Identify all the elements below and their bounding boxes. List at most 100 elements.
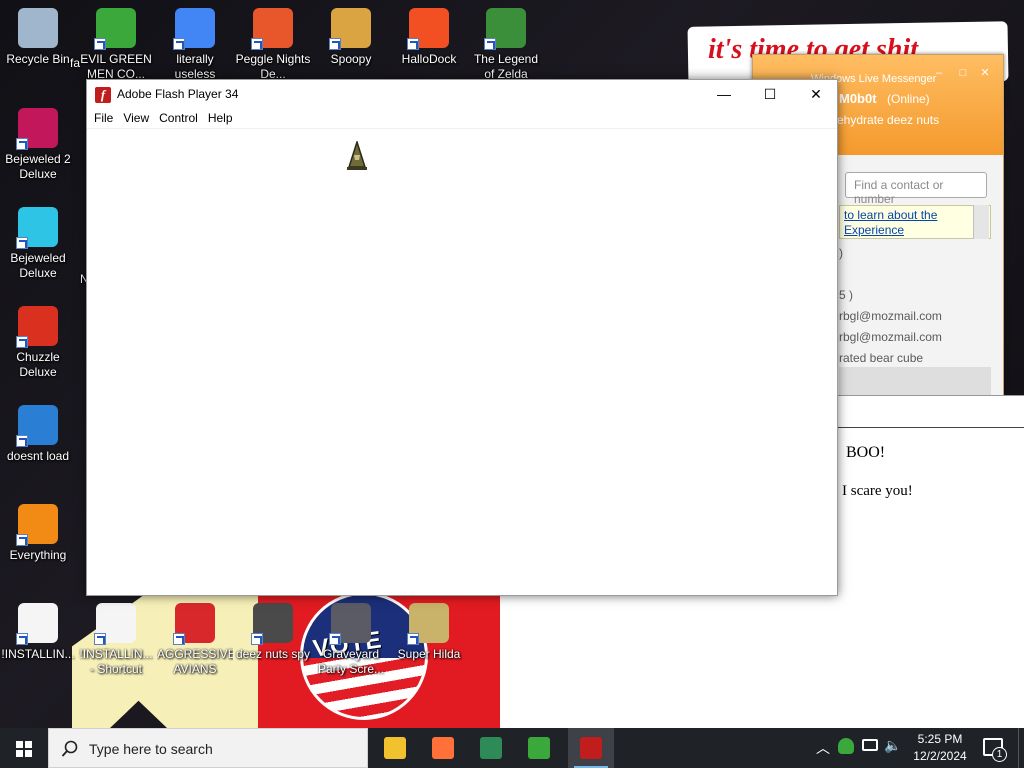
network-icon[interactable]: [862, 739, 878, 751]
bejeweled-2-icon: [16, 108, 58, 150]
taskbar-app-firefox[interactable]: [420, 728, 466, 768]
flash-player-window[interactable]: f Adobe Flash Player 34 — ☐ ✕ File View …: [86, 79, 838, 596]
bejeweled-icon: [16, 207, 58, 249]
contact-item[interactable]: rbgl@mozmail.com: [839, 327, 991, 348]
desktop-icon-label: Chuzzle Deluxe: [16, 350, 60, 379]
firefox-icon: [432, 737, 454, 759]
desktop-icon-graveyard-party[interactable]: Graveyard Party Scre...: [313, 603, 389, 677]
desktop-icon-label: The Legend of Zelda: [473, 52, 539, 81]
minimize-icon[interactable]: –: [933, 67, 945, 79]
taskbar-app-flash-player[interactable]: [568, 728, 614, 768]
desktop-icon-super-hilda[interactable]: Super Hilda: [391, 603, 467, 662]
shortcut-arrow-icon: [16, 138, 28, 150]
info-link-1[interactable]: to learn about the: [844, 208, 937, 222]
shortcut-arrow-icon: [484, 38, 496, 50]
ghost-sprite-icon[interactable]: [345, 141, 369, 171]
desktop-icon-label: Graveyard Party Scre...: [317, 647, 385, 676]
desktop-icon-zelda[interactable]: The Legend of Zelda: [468, 8, 544, 82]
shortcut-arrow-icon: [329, 633, 341, 645]
messenger-info-banner[interactable]: to learn about the Experience: [839, 205, 991, 239]
graveyard-party-icon: [329, 603, 371, 645]
shortcut-arrow-icon: [16, 237, 28, 249]
desktop-icon-label: AGGRESSIVE AVIANS: [157, 647, 233, 676]
desktop-icon-bejeweled[interactable]: Bejeweled Deluxe: [0, 207, 76, 281]
desktop-icon-label: Peggle Nights De...: [235, 52, 311, 81]
desktop-icon-spoopy[interactable]: Spoopy: [313, 8, 389, 67]
info-scrollbar[interactable]: [973, 205, 989, 239]
boo-heading: BOO!: [846, 444, 886, 461]
everything-icon: [16, 504, 58, 546]
title-bar[interactable]: f Adobe Flash Player 34 — ☐ ✕: [87, 80, 837, 109]
minimize-button[interactable]: —: [701, 80, 747, 109]
desktop-icon-label: deez nuts spy: [235, 647, 311, 661]
flash-stage[interactable]: [87, 129, 837, 595]
taskbar-app-file-explorer[interactable]: [372, 728, 418, 768]
volume-icon[interactable]: 🔈: [884, 737, 901, 754]
close-button[interactable]: ✕: [793, 80, 839, 109]
shortcut-arrow-icon: [173, 38, 185, 50]
shortcut-arrow-icon: [251, 633, 263, 645]
maximize-button[interactable]: ☐: [747, 80, 793, 109]
desktop-icon-label: !INSTALLIN...: [1, 647, 75, 661]
messenger-status[interactable]: (Online): [887, 92, 930, 106]
contact-item[interactable]: rbgl@mozmail.com: [839, 306, 991, 327]
menu-bar: File View Control Help: [87, 109, 837, 129]
menu-help[interactable]: Help: [207, 109, 240, 128]
desktop-icon-chuzzle[interactable]: Chuzzle Deluxe: [0, 306, 76, 380]
desktop-icon-literally-useless[interactable]: literally useless: [157, 8, 233, 82]
search-placeholder: Type here to search: [89, 741, 213, 757]
show-desktop-button[interactable]: [1018, 728, 1024, 768]
desktop-icon-installing-file[interactable]: !INSTALLIN...: [0, 603, 76, 662]
messenger-username[interactable]: M0b0t: [839, 91, 877, 106]
close-icon[interactable]: ✕: [979, 67, 991, 79]
shortcut-arrow-icon: [16, 336, 28, 348]
desktop-icon-aggressive-avians[interactable]: AGGRESSIVE AVIANS: [157, 603, 233, 677]
desktop-icon-installing-shortcut[interactable]: !INSTALLIN... - Shortcut: [78, 603, 154, 677]
chevron-up-icon[interactable]: ︿: [816, 738, 830, 758]
desktop-icon-bejeweled-2[interactable]: Bejeweled 2 Deluxe: [0, 108, 76, 182]
taskbar-search[interactable]: Type here to search: [48, 728, 368, 768]
clock-date: 12/2/2024: [913, 749, 967, 763]
taskbar-app-messenger[interactable]: [516, 728, 562, 768]
shortcut-arrow-icon: [94, 38, 106, 50]
boo-message: I scare you!: [842, 483, 913, 499]
desktop-icon-recycle-bin[interactable]: Recycle Bin: [0, 8, 76, 67]
contact-item[interactable]: ): [839, 243, 991, 264]
shortcut-arrow-icon: [94, 633, 106, 645]
maximize-icon[interactable]: □: [957, 67, 969, 79]
notification-count: 1: [992, 747, 1007, 762]
shortcut-arrow-icon: [407, 38, 419, 50]
menu-file[interactable]: File: [93, 109, 120, 128]
desktop-icon-peggle-nights[interactable]: Peggle Nights De...: [235, 8, 311, 82]
desktop-icon-label: !INSTALLIN... - Shortcut: [79, 647, 153, 676]
menu-view[interactable]: View: [122, 109, 156, 128]
desktop-icon-label: doesnt load: [6, 449, 70, 463]
desktop-icon-everything[interactable]: Everything: [0, 504, 76, 563]
info-link-2[interactable]: Experience: [844, 223, 904, 237]
app-window-icon: [480, 737, 502, 759]
contact-item[interactable]: 5 ): [839, 285, 991, 306]
boo-window[interactable]: BOO! I scare you!: [836, 395, 1024, 730]
deez-nuts-spy-icon: [251, 603, 293, 645]
aggressive-avians-icon: [173, 603, 215, 645]
desktop-icon-hallodock[interactable]: HalloDock: [391, 8, 467, 67]
taskbar-clock[interactable]: 5:25 PM 12/2/2024: [900, 731, 980, 765]
messenger-personal-message[interactable]: ehydrate deez nuts: [837, 113, 939, 127]
super-hilda-icon: [407, 603, 449, 645]
desktop-icon-label: literally useless: [174, 52, 216, 81]
messenger-tray-icon[interactable]: [838, 738, 854, 754]
menu-control[interactable]: Control: [158, 109, 205, 128]
desktop-icon-deez-nuts-spy[interactable]: deez nuts spy: [235, 603, 311, 662]
contact-item[interactable]: [839, 264, 991, 285]
taskbar: Type here to search ︿ 🔈 5:25 PM 12/2/202…: [0, 728, 1024, 768]
shortcut-arrow-icon: [407, 633, 419, 645]
contact-item[interactable]: rated bear cube: [839, 348, 991, 369]
messenger-icon: [528, 737, 550, 759]
start-button[interactable]: [0, 728, 48, 768]
contact-search-input[interactable]: Find a contact or number: [845, 172, 987, 206]
shortcut-arrow-icon: [16, 435, 28, 447]
taskbar-app-app-window[interactable]: [468, 728, 514, 768]
desktop-icon-label: Bejeweled Deluxe: [10, 251, 66, 280]
partial-label: fa: [70, 56, 81, 70]
desktop-icon-doesnt-load[interactable]: doesnt load: [0, 405, 76, 464]
